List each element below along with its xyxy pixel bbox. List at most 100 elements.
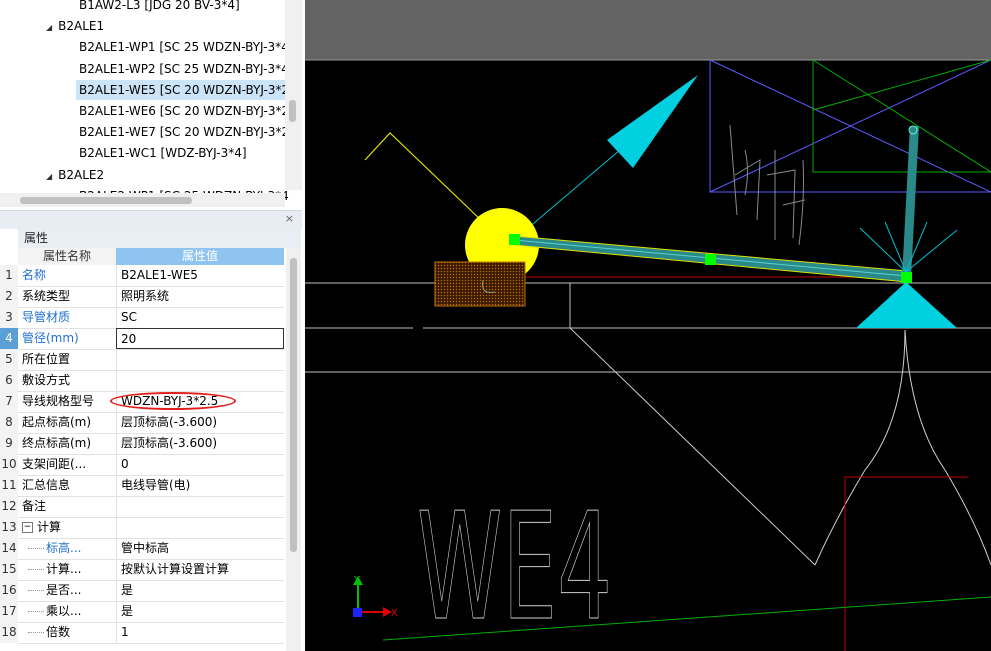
cad-top-band (305, 0, 991, 60)
expand-triangle-icon[interactable]: ◢ (46, 167, 52, 187)
row-number: 17 (0, 601, 18, 622)
property-name-text: 管径(mm) (22, 331, 79, 345)
tree-group-node[interactable]: ◢ B2ALE1 (46, 16, 104, 36)
tree-item-label: B2ALE1-WC1 [WDZ-BYJ-3*4] (79, 146, 247, 161)
grip-mid[interactable] (705, 254, 716, 265)
cad-drawing[interactable]: WE4 Y X (305, 0, 991, 651)
property-value[interactable]: 0 (116, 454, 284, 475)
property-value[interactable]: 层顶标高(-3.600) (116, 433, 284, 454)
tree-item-label: B1AW2-L3 [JDG 20 BV-3*4] (79, 0, 240, 12)
row-number: 7 (0, 391, 18, 412)
row-number: 12 (0, 496, 18, 517)
property-name-text: 标高... (46, 541, 82, 555)
property-name-text: 计算... (46, 562, 82, 576)
tree-hscroll-thumb[interactable] (20, 197, 192, 204)
property-value[interactable]: 1 (116, 622, 284, 643)
red-frame (844, 476, 968, 651)
cyan-base-triangle (856, 282, 957, 328)
tree-item[interactable]: B2ALE1-WE7 [SC 20 WDZN-BYJ-3*2 (76, 122, 291, 142)
yellow-leader-line (364, 132, 484, 223)
property-value[interactable]: 是 (116, 580, 284, 601)
property-row[interactable]: 12 备注 (0, 496, 284, 518)
property-row[interactable]: 3 导管材质 SC (0, 307, 284, 329)
tree-item[interactable]: B2ALE1-WC1 [WDZ-BYJ-3*4] (76, 143, 249, 163)
project-tree[interactable]: B1AW2-L3 [JDG 20 BV-3*4] ◢ B2ALE1 B2ALE1-WP… (0, 0, 302, 210)
property-value[interactable] (116, 370, 284, 391)
hatched-box (434, 261, 526, 307)
property-row[interactable]: 18 倍数 1 (0, 622, 284, 644)
property-name-text: 计算 (37, 520, 62, 534)
property-row[interactable]: 4 管径(mm) 20 (0, 328, 284, 350)
row-number: 16 (0, 580, 18, 601)
vertical-conduit[interactable] (902, 126, 919, 278)
tree-vertical-scrollbar[interactable] (285, 0, 302, 190)
property-row[interactable]: 8 起点标高(m) 层顶标高(-3.600) (0, 412, 284, 434)
property-value[interactable]: 层顶标高(-3.600) (116, 412, 284, 433)
tree-item[interactable]: B1AW2-L3 [JDG 20 BV-3*4] (76, 0, 242, 15)
row-number: 5 (0, 349, 18, 370)
collapse-icon[interactable]: − (22, 522, 33, 533)
tree-guide-line (28, 548, 44, 549)
property-row[interactable]: 17 乘以... 是 (0, 601, 284, 623)
property-row[interactable]: 9 终点标高(m) 层顶标高(-3.600) (0, 433, 284, 455)
property-value[interactable]: SC (116, 307, 284, 328)
close-icon[interactable]: × (285, 212, 294, 225)
panel-splitter[interactable]: × (0, 210, 302, 229)
property-name: 起点标高(m) (22, 412, 116, 433)
tree-guide-line (28, 632, 44, 633)
cad-canvas[interactable]: WE4 Y X (305, 0, 991, 651)
tree-item[interactable]: B2ALE1-WE5 [SC 20 WDZN-BYJ-3*2 (76, 79, 292, 100)
grip-start[interactable] (509, 234, 520, 245)
property-row[interactable]: 16 是否... 是 (0, 580, 284, 602)
property-value[interactable]: B2ALE1-WE5 (116, 265, 284, 286)
property-name: 备注 (22, 496, 116, 517)
row-number: 2 (0, 286, 18, 307)
property-value-editor[interactable]: 20 (116, 328, 284, 349)
property-row[interactable]: 6 敷设方式 (0, 370, 284, 392)
green-frame-diagonal-b (812, 59, 991, 111)
tree-item[interactable]: B2ALE1-WP2 [SC 25 WDZN-BYJ-3*4 (76, 59, 291, 79)
property-row[interactable]: 15 计算... 按默认计算设置计算 (0, 559, 284, 581)
tree-item[interactable]: B2ALE1-WE6 [SC 20 WDZN-BYJ-3*2 (76, 101, 291, 121)
row-number: 14 (0, 538, 18, 559)
property-value[interactable]: 管中标高 (116, 538, 284, 559)
properties-scroll-thumb[interactable] (290, 258, 297, 552)
cyan-ray-1 (859, 227, 907, 273)
property-name-text: 倍数 (46, 625, 71, 639)
property-value[interactable] (116, 496, 284, 517)
row-number: 8 (0, 412, 18, 433)
tree-group-node[interactable]: ◢ B2ALE2 (46, 165, 104, 185)
cyan-ray-3 (905, 229, 958, 273)
property-name-text: 是否... (46, 583, 82, 597)
property-value[interactable] (116, 349, 284, 370)
grip-end[interactable] (901, 272, 912, 283)
properties-scrollbar[interactable] (286, 248, 301, 651)
property-name-text: 敷设方式 (22, 373, 71, 387)
row-number: 3 (0, 307, 18, 328)
tree-horizontal-scrollbar[interactable] (0, 193, 285, 207)
property-row[interactable]: 14 标高... 管中标高 (0, 538, 284, 560)
tree-guide-line (28, 590, 44, 591)
cyan-triangle (607, 75, 698, 168)
property-value[interactable]: 按默认计算设置计算 (116, 559, 284, 580)
property-value[interactable] (116, 517, 284, 538)
property-row[interactable]: 2 系统类型 照明系统 (0, 286, 284, 308)
expand-triangle-icon[interactable]: ◢ (46, 18, 52, 38)
property-name: 导管材质 (22, 307, 116, 328)
property-row[interactable]: 13− 计算 (0, 517, 284, 539)
property-value[interactable]: 电线导管(电) (116, 475, 284, 496)
row-number: 13 (0, 517, 18, 538)
property-name: 汇总信息 (22, 475, 116, 496)
tree-item[interactable]: B2ALE1-WP1 [SC 25 WDZN-BYJ-3*4 (76, 37, 291, 57)
property-row[interactable]: 11 汇总信息 电线导管(电) (0, 475, 284, 497)
property-row[interactable]: 1 名称 B2ALE1-WE5 (0, 265, 284, 287)
property-value[interactable]: 照明系统 (116, 286, 284, 307)
properties-title: 属性 (18, 228, 301, 248)
header-property-name: 属性名称 (18, 248, 117, 265)
property-value[interactable]: 是 (116, 601, 284, 622)
tree-guide-line (28, 569, 44, 570)
property-row[interactable]: 10 支架间距(... 0 (0, 454, 284, 476)
tree-scroll-thumb[interactable] (289, 100, 296, 122)
ucs-x-label: X (391, 608, 398, 619)
property-row[interactable]: 5 所在位置 (0, 349, 284, 371)
